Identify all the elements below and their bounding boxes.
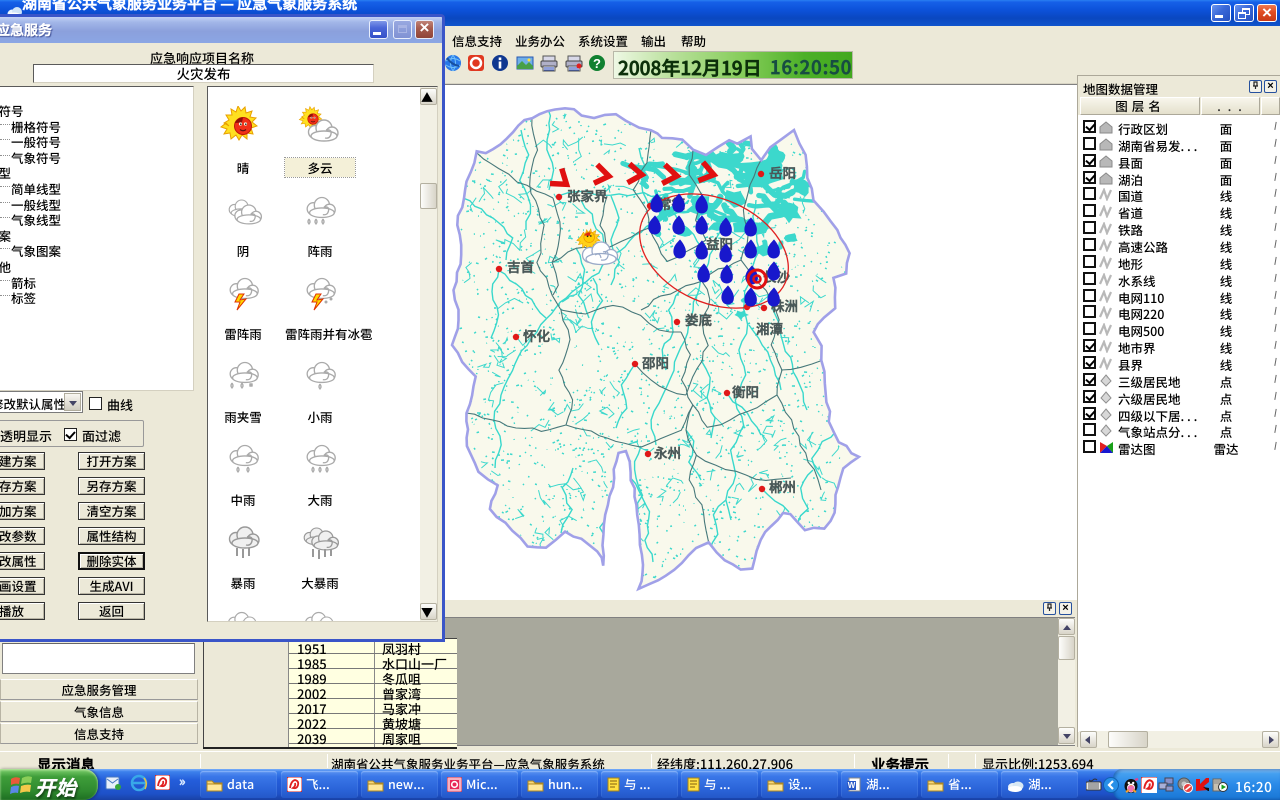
svg-text:?: ? [593,56,601,71]
svg-text:湘潭: 湘潭 [756,318,784,338]
svg-text:怀化: 怀化 [522,325,551,345]
svg-text:娄底: 娄底 [685,309,713,329]
svg-text:邵阳: 邵阳 [641,352,669,372]
svg-text:郴州: 郴州 [768,476,796,496]
svg-text:永州: 永州 [653,442,681,462]
svg-text:吉首: 吉首 [507,256,535,276]
svg-text:衡阳: 衡阳 [731,381,759,401]
svg-text:张家界: 张家界 [567,185,608,205]
svg-text:W: W [848,781,856,790]
svg-text:岳阳: 岳阳 [769,162,796,182]
